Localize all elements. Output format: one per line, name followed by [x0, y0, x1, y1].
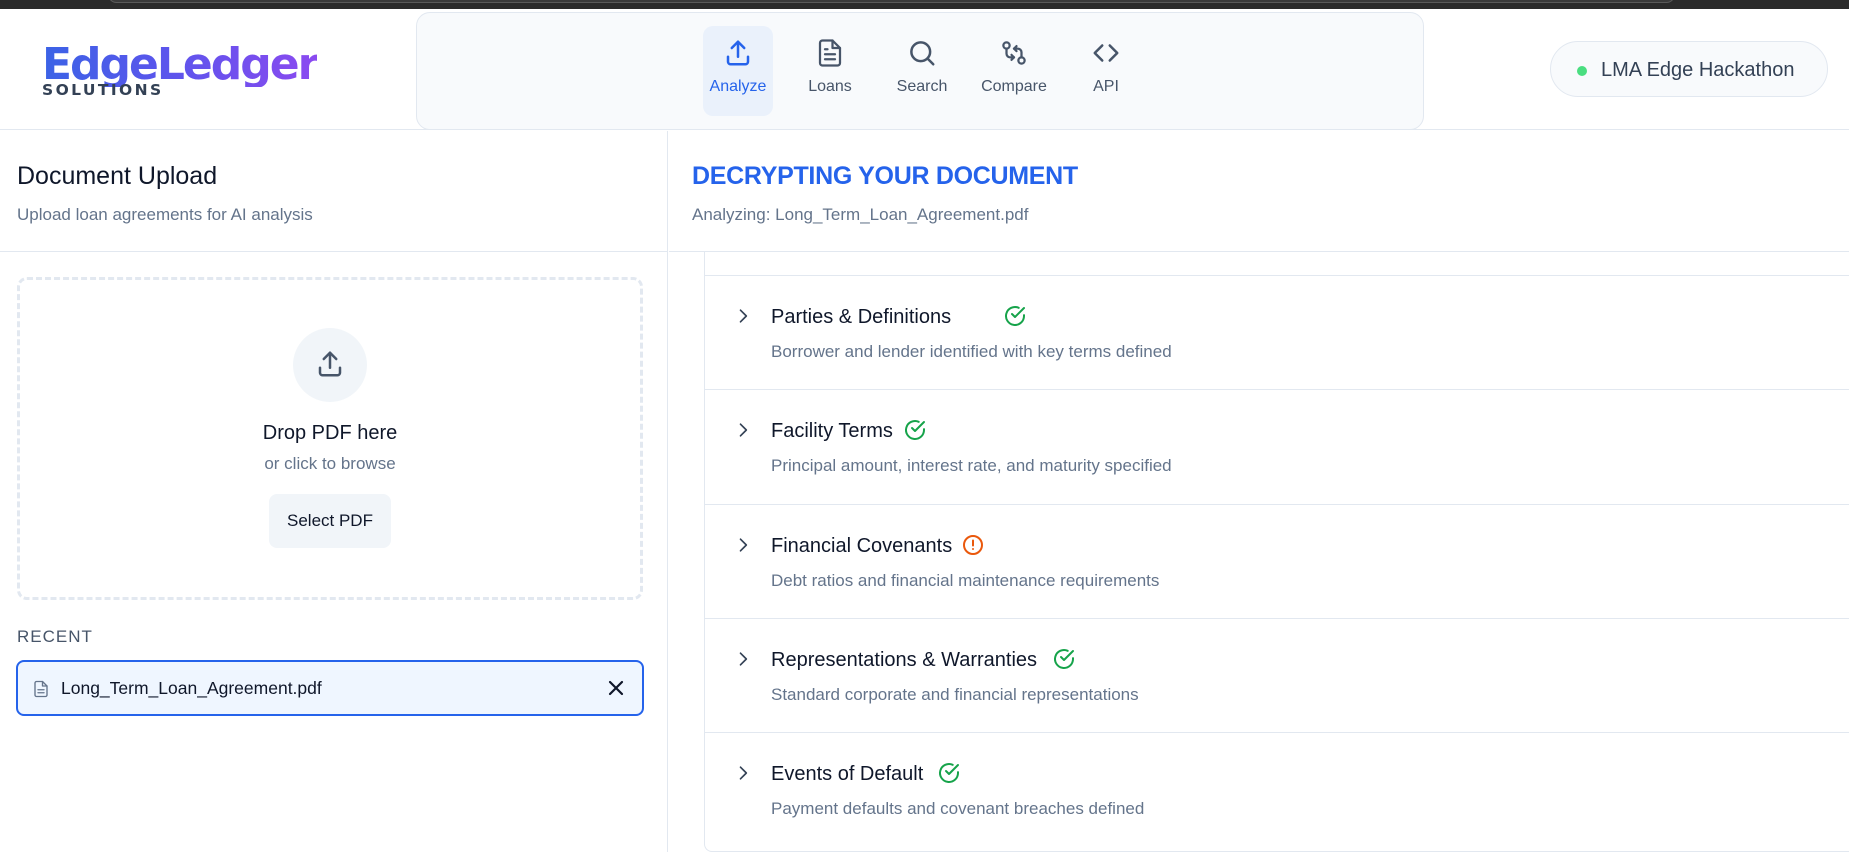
- section-title: Representations & Warranties: [771, 649, 1038, 671]
- nav-label: Search: [896, 78, 948, 95]
- nav-api[interactable]: API: [1071, 26, 1141, 116]
- chevron-right-icon[interactable]: [733, 535, 753, 555]
- section-title: Facility Terms: [771, 420, 893, 442]
- close-icon[interactable]: [604, 676, 628, 700]
- upload-title: Document Upload: [17, 162, 218, 190]
- recent-file-name: Long_Term_Loan_Agreement.pdf: [61, 678, 322, 698]
- check-circle-icon: [1005, 306, 1025, 326]
- nav-label: Compare: [981, 78, 1047, 95]
- dropzone-subtitle: or click to browse: [264, 454, 396, 473]
- analysis-panel: DECRYPTING YOUR DOCUMENT Analyzing: Long…: [669, 131, 1849, 852]
- alert-circle-icon: [963, 535, 983, 555]
- section-description: Debt ratios and financial maintenance re…: [771, 571, 1160, 590]
- analysis-title: DECRYPTING YOUR DOCUMENT: [692, 162, 1078, 190]
- section-title: Events of Default: [771, 763, 924, 785]
- section-events-of-default[interactable]: Events of Default Payment defaults and c…: [705, 732, 1849, 847]
- check-circle-icon: [1054, 649, 1074, 669]
- upload-subtitle: Upload loan agreements for AI analysis: [17, 205, 313, 224]
- upload-icon-circle: [293, 328, 367, 402]
- check-circle-icon: [905, 420, 925, 440]
- recent-file-item[interactable]: Long_Term_Loan_Agreement.pdf: [16, 660, 644, 716]
- file-icon: [34, 680, 48, 698]
- select-pdf-button[interactable]: Select PDF: [269, 494, 391, 548]
- code-icon: [1093, 44, 1119, 62]
- nav-compare[interactable]: Compare: [979, 26, 1049, 116]
- section-description: Borrower and lender identified with key …: [771, 342, 1172, 361]
- pdf-dropzone[interactable]: Drop PDF here or click to browse Select …: [17, 277, 643, 600]
- section-title: Financial Covenants: [771, 535, 953, 557]
- nav-analyze[interactable]: Analyze: [703, 26, 773, 116]
- recent-label: RECENT: [17, 627, 93, 646]
- main-nav: Analyze Loans Search Compare API: [416, 12, 1424, 130]
- browser-top-strip: [0, 0, 1849, 9]
- chevron-right-icon[interactable]: [733, 420, 753, 440]
- nav-label: Loans: [808, 78, 852, 95]
- section-financial-covenants[interactable]: Financial Covenants Debt ratios and fina…: [705, 504, 1849, 619]
- section-facility-terms[interactable]: Facility Terms Principal amount, interes…: [705, 389, 1849, 504]
- section-representations-warranties[interactable]: Representations & Warranties Standard co…: [705, 618, 1849, 733]
- section-description: Standard corporate and financial represe…: [771, 685, 1139, 704]
- upload-panel-header: Document Upload Upload loan agreements f…: [0, 131, 667, 252]
- upload-icon: [318, 351, 342, 377]
- badge-label: LMA Edge Hackathon: [1601, 59, 1795, 81]
- dropzone-title: Drop PDF here: [262, 422, 398, 444]
- section-description: Payment defaults and covenant breaches d…: [771, 799, 1145, 818]
- analysis-subtitle: Analyzing: Long_Term_Loan_Agreement.pdf: [692, 205, 1029, 224]
- nav-label: Analyze: [709, 78, 767, 95]
- nav-loans[interactable]: Loans: [795, 26, 865, 116]
- chevron-right-icon[interactable]: [733, 306, 753, 326]
- section-title: Parties & Definitions: [771, 306, 952, 328]
- nav-label: API: [1093, 78, 1119, 95]
- document-icon: [818, 39, 842, 67]
- section-description: Principal amount, interest rate, and mat…: [771, 456, 1172, 475]
- section-parties-definitions[interactable]: Parties & Definitions Borrower and lende…: [705, 275, 1849, 390]
- analysis-sections: Parties & Definitions Borrower and lende…: [704, 252, 1849, 852]
- app-header: EdgeLedger SOLUTIONS Analyze Loans Searc…: [0, 9, 1849, 130]
- browser-address-pill: [108, 0, 1675, 3]
- check-circle-icon: [939, 763, 959, 783]
- chevron-right-icon[interactable]: [733, 763, 753, 783]
- git-compare-icon: [1002, 41, 1026, 65]
- logo[interactable]: EdgeLedger SOLUTIONS: [42, 43, 319, 100]
- chevron-right-icon[interactable]: [733, 649, 753, 669]
- upload-icon: [726, 40, 750, 66]
- nav-search[interactable]: Search: [887, 26, 957, 116]
- analysis-header: DECRYPTING YOUR DOCUMENT Analyzing: Long…: [669, 131, 1849, 252]
- hackathon-badge: LMA Edge Hackathon: [1550, 41, 1828, 97]
- upload-panel: Document Upload Upload loan agreements f…: [0, 131, 668, 852]
- search-icon: [910, 41, 935, 66]
- status-dot: [1577, 66, 1587, 76]
